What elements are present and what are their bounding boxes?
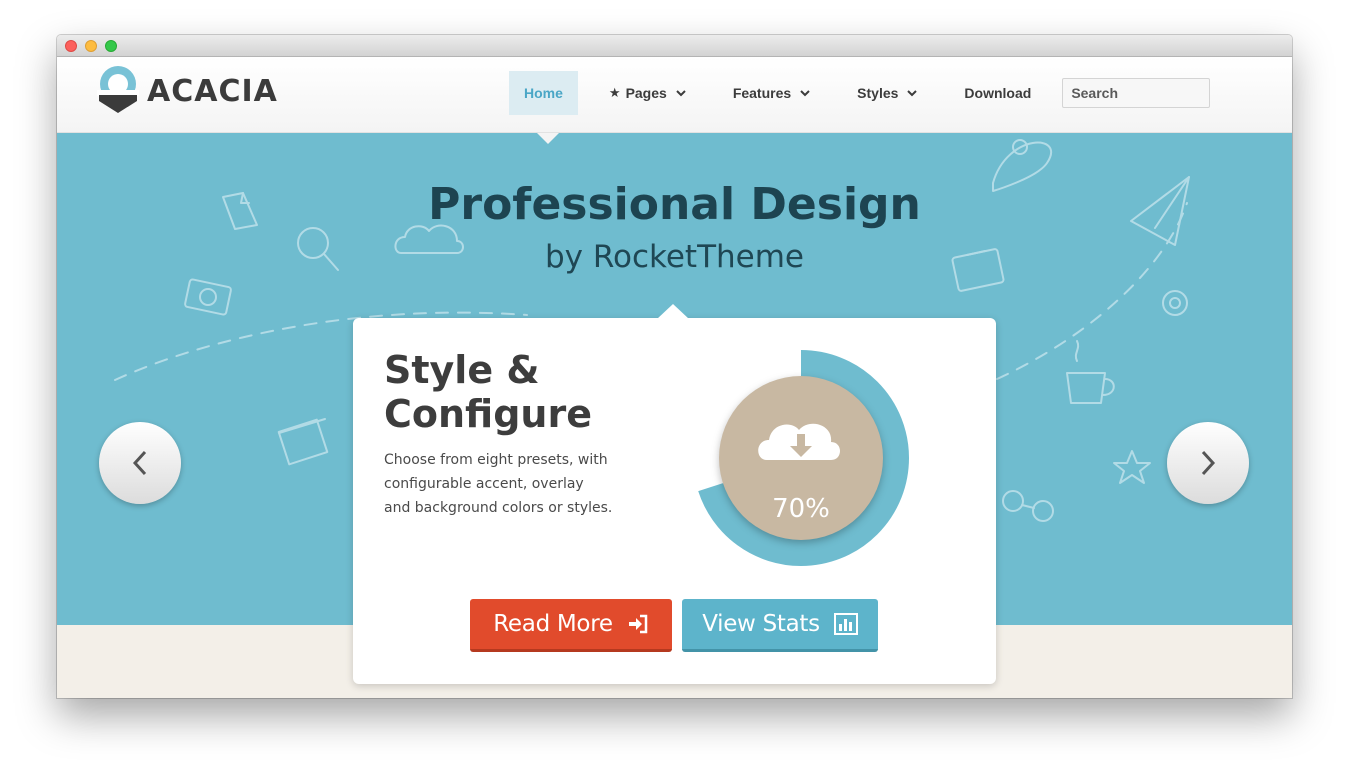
chevron-down-icon bbox=[676, 90, 686, 97]
nav-item-label: Styles bbox=[857, 85, 899, 101]
chevron-down-icon bbox=[800, 90, 810, 97]
bar-chart-icon bbox=[833, 613, 858, 635]
logo-wordmark: ACACIA bbox=[147, 73, 278, 109]
chevron-down-icon bbox=[907, 90, 918, 97]
chevron-left-icon bbox=[132, 450, 147, 476]
button-label: View Stats bbox=[702, 611, 820, 637]
site-logo[interactable]: ACACIA bbox=[97, 65, 278, 117]
browser-window: ACACIA Home ★ Pages Features Styles Down… bbox=[57, 35, 1292, 698]
close-window-button[interactable] bbox=[65, 40, 77, 52]
nav-item-pages[interactable]: ★ Pages bbox=[594, 71, 702, 115]
star-icon: ★ bbox=[608, 85, 621, 100]
sign-in-icon bbox=[628, 614, 647, 634]
slider-prev-button[interactable] bbox=[99, 422, 181, 504]
acacia-logo-icon bbox=[97, 66, 139, 113]
camera-icon bbox=[184, 278, 232, 316]
view-stats-button[interactable]: View Stats bbox=[682, 599, 878, 652]
site-header: ACACIA Home ★ Pages Features Styles Down… bbox=[57, 57, 1292, 133]
progress-gauge: 70% bbox=[685, 342, 917, 574]
minimize-window-button[interactable] bbox=[85, 40, 97, 52]
glasses-icon bbox=[1002, 490, 1054, 522]
card-pointer bbox=[657, 304, 689, 319]
nav-item-download[interactable]: Download bbox=[949, 71, 1046, 115]
star-icon bbox=[1113, 450, 1151, 484]
button-label: Read More bbox=[493, 611, 613, 637]
hero-subtitle: by RocketTheme bbox=[544, 239, 805, 275]
maximize-window-button[interactable] bbox=[105, 40, 117, 52]
main-navigation: Home ★ Pages Features Styles Download bbox=[509, 71, 1211, 115]
nav-item-label: Features bbox=[732, 85, 792, 101]
window-titlebar bbox=[57, 35, 1292, 57]
nav-item-label: Pages bbox=[625, 85, 667, 101]
read-more-button[interactable]: Read More bbox=[470, 599, 672, 652]
card-heading: Style & Configure bbox=[384, 348, 592, 436]
nav-item-label: Home bbox=[524, 85, 563, 101]
nav-item-home[interactable]: Home bbox=[509, 71, 578, 115]
nav-item-label: Download bbox=[964, 85, 1032, 101]
gear-icon bbox=[1162, 290, 1188, 316]
progress-percentage: 70% bbox=[772, 494, 830, 524]
hero-title: Professional Design bbox=[428, 179, 921, 230]
nav-item-features[interactable]: Features bbox=[718, 71, 826, 115]
card-description: Choose from eight presets, with configur… bbox=[384, 452, 613, 516]
slider-next-button[interactable] bbox=[1167, 422, 1249, 504]
chevron-right-icon bbox=[1201, 450, 1216, 476]
nav-item-styles[interactable]: Styles bbox=[842, 71, 933, 115]
box-icon bbox=[277, 418, 329, 466]
search-input[interactable] bbox=[1062, 78, 1211, 108]
active-nav-pointer bbox=[537, 133, 559, 144]
coffee-cup-icon bbox=[1066, 340, 1115, 404]
feature-card: Style & Configure Choose from eight pres… bbox=[353, 304, 996, 684]
